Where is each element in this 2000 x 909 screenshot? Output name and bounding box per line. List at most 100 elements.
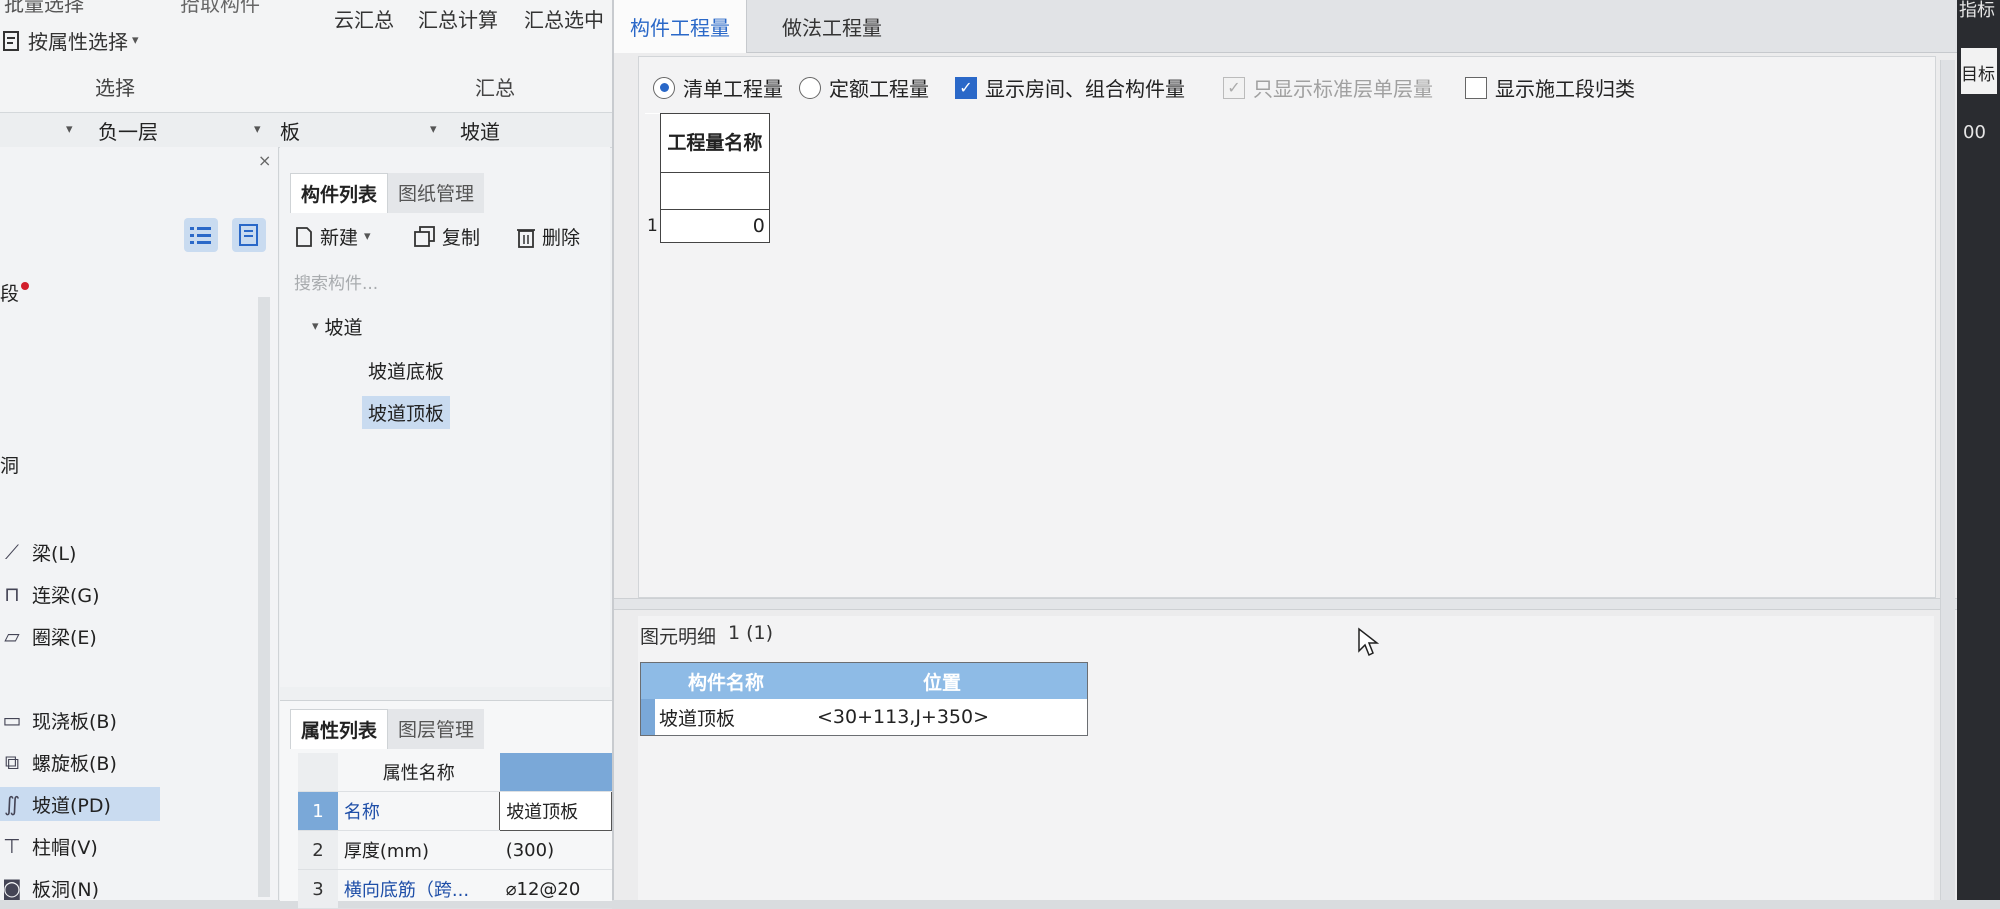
component-list-panel: 构件列表 图纸管理 新建 ▾ 复制 删除 搜索构件... ▾ 坡道 坡道底板 坡… bbox=[184, 147, 610, 687]
tab-component-quantity[interactable]: 构件工程量 bbox=[614, 0, 747, 53]
dropdown-arrow-icon: ▾ bbox=[132, 33, 139, 48]
show-rooms-checkbox[interactable]: ✓ 显示房间、组合构件量 bbox=[955, 73, 1185, 102]
floor-select[interactable]: 负一层 bbox=[98, 116, 158, 145]
table-row[interactable]: 2 厚度(mm) (300) bbox=[298, 830, 612, 870]
list-quantity-label: 清单工程量 bbox=[683, 77, 783, 101]
radio-unchecked-icon bbox=[799, 76, 821, 99]
trash-icon bbox=[517, 228, 535, 248]
corner-cell bbox=[640, 662, 655, 699]
table-row[interactable]: 坡道顶板 <30+113,J+350> bbox=[640, 699, 1088, 736]
pick-component-button[interactable]: 拾取构件 bbox=[180, 0, 260, 17]
search-input[interactable]: 搜索构件... bbox=[294, 269, 378, 294]
tree-item-ramp-top[interactable]: 坡道顶板 bbox=[362, 396, 451, 429]
component-type-select[interactable]: 坡道 bbox=[460, 116, 500, 145]
nav-item-cast-slab[interactable]: ▭ 现浇板(B) bbox=[0, 703, 160, 737]
construction-segment-checkbox[interactable]: 显示施工段归类 bbox=[1465, 73, 1635, 102]
link-beam-icon: ⊓ bbox=[4, 582, 20, 606]
copy-button-label: 复制 bbox=[442, 227, 481, 249]
row-number: 2 bbox=[298, 830, 338, 870]
nav-partial-label: 段 bbox=[0, 283, 20, 305]
corner-cell bbox=[645, 113, 661, 173]
nav-item-label: 柱帽(V) bbox=[32, 836, 98, 859]
quantity-value: 0 bbox=[659, 209, 770, 243]
group-caption-select: 选择 bbox=[95, 76, 135, 100]
main-application: 批量选择 拾取构件 按属性选择 ▾ 选择 云汇总 汇总计算 汇总选中 汇总 ▾ … bbox=[0, 0, 612, 909]
tab-component-list[interactable]: 构件列表 bbox=[290, 173, 389, 213]
table-row[interactable]: 1 0 bbox=[645, 209, 770, 243]
checkbox-disabled-icon: ✓ bbox=[1223, 76, 1245, 99]
list-quantity-radio[interactable]: 清单工程量 bbox=[653, 73, 783, 102]
standard-floor-checkbox: ✓ 只显示标准层单层量 bbox=[1223, 73, 1433, 102]
blank-cell bbox=[659, 172, 770, 210]
cloud-summary-button[interactable]: 云汇总 bbox=[334, 4, 394, 33]
tree-node-ramp[interactable]: ▾ 坡道 bbox=[312, 313, 363, 340]
quota-quantity-radio[interactable]: 定额工程量 bbox=[799, 73, 929, 102]
table-row bbox=[645, 172, 770, 210]
nav-partial-item[interactable]: 段 bbox=[0, 279, 30, 306]
spiral-slab-icon: ⧉ bbox=[4, 750, 20, 774]
list-view-button[interactable] bbox=[184, 218, 218, 252]
tab-drawing-management[interactable]: 图纸管理 bbox=[388, 173, 485, 213]
nav-item-spiral-slab[interactable]: ⧉ 螺旋板(B) bbox=[0, 745, 160, 779]
category-select[interactable]: 板 bbox=[280, 116, 300, 145]
copy-button[interactable]: 复制 bbox=[414, 223, 480, 250]
table-row[interactable]: 1 名称 坡道顶板 bbox=[298, 791, 612, 831]
scrollbar[interactable] bbox=[1940, 60, 1955, 900]
property-name-header: 属性名称 bbox=[337, 753, 500, 792]
panel-splitter[interactable] bbox=[614, 598, 1959, 610]
property-value[interactable]: ⌀12@20 bbox=[499, 869, 612, 909]
ring-beam-icon: ▱ bbox=[4, 624, 20, 648]
property-name: 名称 bbox=[337, 791, 500, 831]
tab-method-quantity[interactable]: 做法工程量 bbox=[766, 0, 898, 53]
quantity-name-header: 工程量名称 bbox=[659, 113, 770, 173]
nav-item-label: 螺旋板(B) bbox=[32, 752, 117, 775]
element-detail-area: 图元明细 1 (1) 构件名称 位置 坡道顶板 <30+113,J+350> bbox=[638, 616, 1934, 900]
element-detail-table: 构件名称 位置 坡道顶板 <30+113,J+350> bbox=[640, 662, 1088, 736]
chevron-down-icon: ▾ bbox=[430, 122, 437, 137]
beam-icon: ⟋ bbox=[5, 540, 19, 564]
background-panel: 目标 bbox=[1961, 48, 1997, 94]
close-icon[interactable]: × bbox=[258, 151, 271, 170]
tree-item-ramp-bottom[interactable]: 坡道底板 bbox=[368, 357, 444, 384]
select-by-attribute-button[interactable]: 按属性选择 ▾ bbox=[2, 26, 139, 55]
quantity-content-area: 清单工程量 定额工程量 ✓ 显示房间、组合构件量 ✓ 只显示标准层单层量 显示施… bbox=[638, 56, 1936, 598]
nav-item-label: 圈梁(E) bbox=[32, 626, 97, 649]
quantity-table: 工程量名称 1 0 bbox=[645, 113, 770, 243]
radio-checked-icon bbox=[653, 76, 675, 99]
nav-item-beam[interactable]: ⟋ 梁(L) bbox=[0, 535, 160, 569]
nav-item-label: 板洞(N) bbox=[32, 878, 100, 901]
row-marker bbox=[640, 699, 655, 736]
summary-selected-button[interactable]: 汇总选中 bbox=[524, 4, 604, 33]
scrollbar[interactable] bbox=[258, 297, 270, 897]
nav-item-column-cap[interactable]: ⊤ 柱帽(V) bbox=[0, 829, 160, 863]
detail-view-button[interactable] bbox=[232, 218, 266, 252]
group-caption-summary: 汇总 bbox=[475, 76, 515, 100]
batch-select-button[interactable]: 批量选择 bbox=[4, 0, 84, 17]
column-cap-icon: ⊤ bbox=[3, 834, 21, 858]
new-button[interactable]: 新建 ▾ bbox=[294, 223, 371, 250]
select-by-attribute-label: 按属性选择 bbox=[28, 30, 128, 54]
row-number: 1 bbox=[645, 209, 661, 243]
nav-item-ring-beam[interactable]: ▱ 圈梁(E) bbox=[0, 619, 160, 653]
nav-item-label: 现浇板(B) bbox=[32, 710, 117, 733]
summary-calc-button[interactable]: 汇总计算 bbox=[418, 4, 498, 33]
quantity-dialog: 构件工程量 做法工程量 清单工程量 定额工程量 ✓ 显示房间、组合构件量 ✓ 只… bbox=[612, 0, 1959, 900]
delete-button[interactable]: 删除 bbox=[516, 223, 580, 250]
table-row[interactable]: 3 横向底筋（跨... ⌀12@20 bbox=[298, 869, 612, 909]
property-header-row: 属性名称 bbox=[298, 753, 612, 792]
copy-icon bbox=[414, 225, 435, 247]
dialog-tabs: 构件工程量 做法工程量 bbox=[614, 0, 1959, 53]
nav-hole-item[interactable]: 洞 bbox=[0, 451, 19, 478]
property-value-input[interactable]: 坡道顶板 bbox=[499, 791, 612, 831]
nav-item-ramp[interactable]: ∬ 坡道(PD) bbox=[0, 787, 160, 821]
tab-property-list[interactable]: 属性列表 bbox=[290, 709, 389, 749]
property-value[interactable]: (300) bbox=[499, 830, 612, 870]
tab-layer-management[interactable]: 图层管理 bbox=[388, 709, 485, 749]
component-nav-panel: × 段 洞 ⟋ 梁(L) ⊓ 连梁(G) ▱ 圈梁(E) ▭ 现浇板(B) ⧉ … bbox=[0, 147, 279, 901]
property-name: 横向底筋（跨... bbox=[337, 869, 500, 909]
property-value-header bbox=[499, 753, 612, 792]
table-header-row: 工程量名称 bbox=[645, 113, 770, 173]
property-name: 厚度(mm) bbox=[337, 830, 500, 870]
notification-dot bbox=[21, 281, 30, 290]
nav-item-link-beam[interactable]: ⊓ 连梁(G) bbox=[0, 577, 160, 611]
